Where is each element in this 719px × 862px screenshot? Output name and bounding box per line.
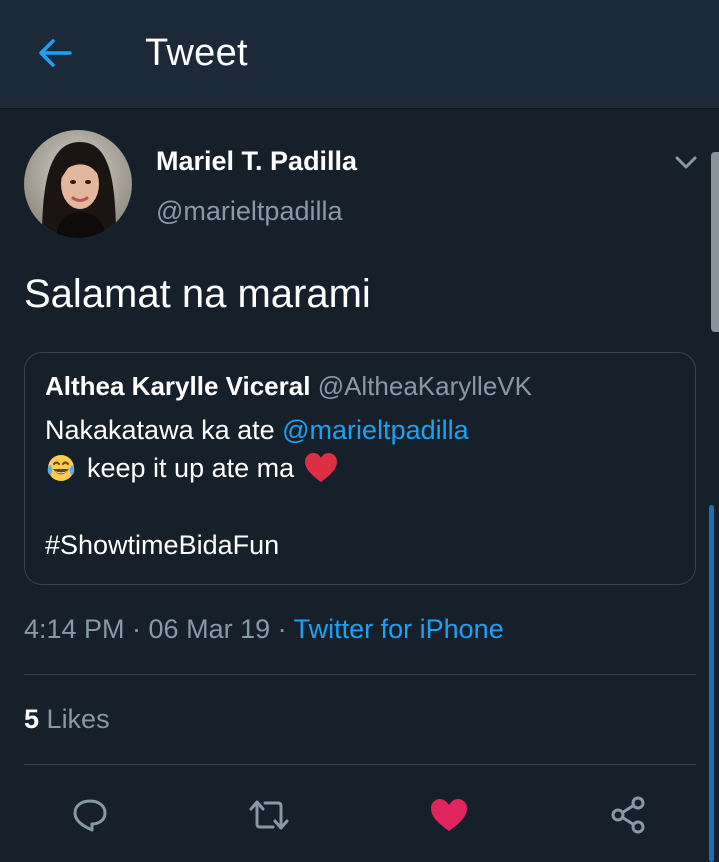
reply-button[interactable] [65,790,115,840]
quoted-hashtag[interactable]: #ShowtimeBidaFun [45,530,279,561]
likes-label: Likes [46,704,110,734]
like-button[interactable] [424,790,474,840]
scroll-handle[interactable] [711,152,719,332]
quoted-text-line-1: Nakakatawa ka ate @marieltpadilla [45,415,469,446]
quoted-text: Nakakatawa ka ate [45,415,283,445]
top-bar: Tweet [0,0,719,108]
avatar-image [24,130,132,238]
divider [24,764,696,765]
quoted-author-handle: @AltheaKarylleVK [317,371,532,401]
author-name[interactable]: Mariel T. Padilla [156,146,357,177]
tweet-meta: 4:14 PM · 06 Mar 19 · Twitter for iPhone [24,614,504,645]
back-button[interactable] [30,30,80,76]
tweet-text: Salamat na marami [24,272,371,316]
avatar[interactable] [24,130,132,238]
quoted-tweet-card[interactable]: Althea Karylle Viceral @AltheaKarylleVK … [24,352,696,585]
page-title: Tweet [145,32,248,74]
tweet-source-link[interactable]: Twitter for iPhone [294,614,504,644]
quoted-mention[interactable]: @marieltpadilla [282,415,468,446]
tears-of-joy-emoji [47,455,75,481]
likes-number: 5 [24,704,40,734]
reply-icon [73,799,107,832]
author-handle[interactable]: @marieltpadilla [156,196,342,227]
quoted-text-line-2: keep it up ate ma [45,452,338,484]
quoted-author-name: Althea Karylle Viceral [45,371,311,401]
quoted-hashtag-line: #ShowtimeBidaFun [45,530,279,561]
chevron-down-icon [675,156,697,169]
tweet-timestamp: 4:14 PM · 06 Mar 19 · [24,614,294,644]
retweet-button[interactable] [244,790,294,840]
like-icon [431,799,467,831]
back-arrow-icon [39,39,72,67]
scrollbar[interactable] [709,505,714,862]
share-button[interactable] [603,790,653,840]
share-icon [611,796,645,834]
quoted-text: keep it up ate ma [87,452,295,483]
quoted-tweet-header: Althea Karylle Viceral @AltheaKarylleVK [45,371,532,402]
tweet-actions-bar [0,780,719,850]
likes-count[interactable]: 5 Likes [24,704,110,735]
divider [24,674,696,675]
retweet-icon [249,800,289,830]
tweet-options-button[interactable] [672,150,700,174]
red-heart-emoji [305,453,338,482]
